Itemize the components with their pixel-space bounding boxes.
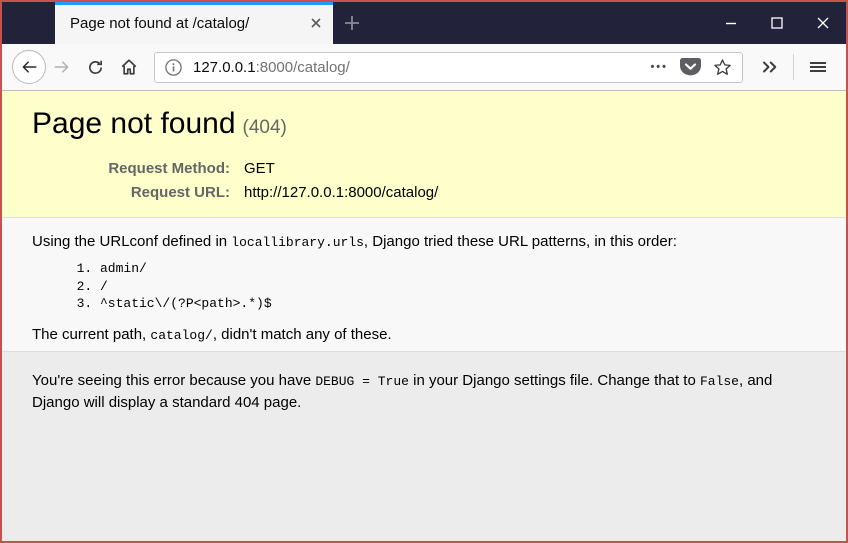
tab-bar: Page not found at /catalog/	[2, 2, 846, 44]
table-row: Request Method: GET	[32, 157, 438, 181]
double-chevron-icon	[760, 58, 780, 76]
forward-arrow-icon	[53, 58, 71, 76]
table-row: Request URL: http://127.0.0.1:8000/catal…	[32, 181, 439, 205]
forward-button[interactable]	[46, 58, 78, 76]
reload-button[interactable]	[78, 59, 112, 76]
current-path-code: catalog/	[150, 327, 213, 343]
urlconf-intro: Using the URLconf defined in locallibrar…	[32, 233, 816, 250]
hamburger-icon	[810, 61, 826, 74]
active-tab-indicator	[55, 2, 333, 5]
request-meta-table: Request Method: GET Request URL: http://…	[32, 157, 438, 205]
request-method-value: GET	[244, 160, 275, 177]
list-item: admin/	[100, 260, 816, 278]
page-actions-button[interactable]: •••	[650, 61, 668, 73]
request-url-label: Request URL:	[130, 184, 230, 201]
close-icon	[816, 16, 830, 30]
urlconf-module-code: locallibrary.urls	[231, 235, 364, 250]
tab-title: Page not found at /catalog/	[70, 14, 250, 32]
overflow-menu-button[interactable]	[753, 58, 787, 76]
navigation-toolbar: 127.0.0.1:8000/catalog/ •••	[2, 44, 846, 91]
toolbar-separator	[793, 54, 794, 80]
titlebar-drag-area	[371, 2, 708, 44]
url-host: 127.0.0.1	[193, 58, 256, 76]
urlconf-info-section: Using the URLconf defined in locallibrar…	[2, 218, 846, 352]
page-title: Page not found (404)	[32, 105, 816, 147]
current-path-line: The current path, catalog/, didn't match…	[32, 326, 816, 343]
explanation-part2: in your Django settings file. Change tha…	[408, 372, 700, 389]
urlconf-intro-suffix: , Django tried these URL patterns, in th…	[363, 233, 677, 250]
star-icon	[713, 58, 732, 77]
status-code: (404)	[242, 117, 287, 138]
minimize-icon	[725, 17, 737, 29]
maximize-icon	[771, 17, 783, 29]
minimize-button[interactable]	[708, 2, 754, 44]
debug-false-code: False	[699, 374, 739, 389]
site-info-icon[interactable]	[165, 58, 182, 76]
urlconf-intro-prefix: Using the URLconf defined in	[32, 233, 232, 250]
home-icon	[120, 58, 138, 76]
new-tab-button[interactable]	[333, 2, 371, 44]
list-item: ^static\/(?P<path>.*)$	[100, 295, 816, 313]
debug-true-code: DEBUG = True	[315, 374, 409, 389]
window-controls	[708, 2, 846, 44]
tab-close-icon[interactable]	[309, 16, 323, 30]
browser-tab[interactable]: Page not found at /catalog/	[55, 2, 333, 44]
home-button[interactable]	[112, 58, 146, 76]
current-path-suffix: , didn't match any of these.	[212, 325, 392, 343]
hamburger-menu-button[interactable]	[800, 61, 836, 74]
reload-icon	[87, 59, 104, 76]
url-path: :8000/catalog/	[255, 58, 350, 76]
browser-window: Page not found at /catalog/ 127.0.0.1:80…	[0, 0, 848, 543]
request-url-value: http://127.0.0.1:8000/catalog/	[244, 184, 439, 201]
back-button[interactable]	[12, 50, 46, 84]
error-summary-section: Page not found (404) Request Method: GET …	[2, 91, 846, 218]
bookmark-star-button[interactable]	[713, 58, 732, 77]
pocket-icon	[680, 57, 701, 77]
error-heading: Page not found	[32, 107, 236, 140]
url-bar[interactable]: 127.0.0.1:8000/catalog/ •••	[154, 51, 743, 83]
pocket-button[interactable]	[680, 57, 701, 77]
back-arrow-icon	[20, 58, 38, 76]
maximize-button[interactable]	[754, 2, 800, 44]
url-pattern-list: admin/ / ^static\/(?P<path>.*)$	[32, 260, 816, 313]
debug-explanation-section: You're seeing this error because you hav…	[2, 352, 846, 541]
plus-icon	[344, 15, 360, 31]
explanation-part1: You're seeing this error because you hav…	[32, 372, 316, 389]
url-text[interactable]: 127.0.0.1:8000/catalog/	[193, 59, 350, 76]
page-content: Page not found (404) Request Method: GET …	[2, 91, 846, 541]
debug-explanation-text: You're seeing this error because you hav…	[32, 370, 816, 413]
titlebar-spacer	[2, 2, 55, 44]
close-window-button[interactable]	[800, 2, 846, 44]
current-path-prefix: The current path,	[32, 325, 151, 343]
request-method-label: Request Method:	[108, 160, 230, 177]
list-item: /	[100, 278, 816, 296]
